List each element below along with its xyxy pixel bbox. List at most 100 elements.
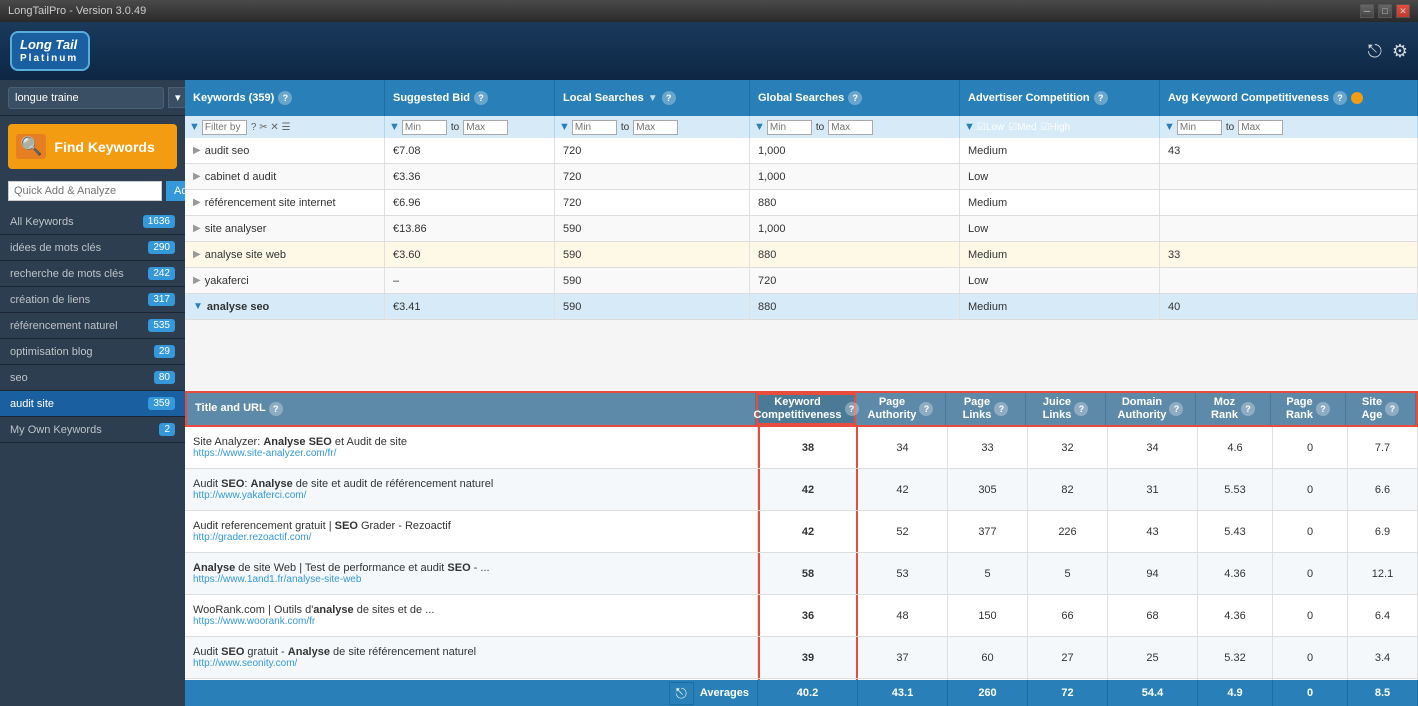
quick-add-input[interactable] bbox=[8, 181, 162, 201]
table-row[interactable]: ▶référencement site internet €6.96 720 8… bbox=[185, 190, 1418, 216]
sh-juice-links: JuiceLinks ? bbox=[1026, 393, 1106, 425]
adv-high-check: ☑High bbox=[1041, 122, 1071, 133]
sidebar-item-idees[interactable]: idées de mots clés 290 bbox=[0, 235, 185, 261]
sidebar-item-own-keywords[interactable]: My Own Keywords 2 bbox=[0, 417, 185, 443]
help-icon-juicelinks[interactable]: ? bbox=[1074, 402, 1088, 416]
sd-domainauth: 68 bbox=[1108, 595, 1198, 636]
subtable-row[interactable]: Site Analyzer: Analyse SEO et Audit de s… bbox=[185, 427, 1418, 469]
filter-avgkw-max[interactable] bbox=[1238, 120, 1283, 135]
export-toolbar-icon[interactable]: ⎋ bbox=[1368, 41, 1382, 62]
top-toolbar: Long Tail Platinum ⎋ ⚙ bbox=[0, 22, 1418, 80]
sidebar-item-label: All Keywords bbox=[10, 216, 74, 228]
help-icon-global[interactable]: ? bbox=[848, 91, 862, 105]
subtable-row[interactable]: Audit SEO: Analyse de site et audit de r… bbox=[185, 469, 1418, 511]
filter-keyword-input[interactable] bbox=[202, 120, 247, 135]
settings-toolbar-icon[interactable]: ⚙ bbox=[1392, 41, 1408, 62]
filter-global-max[interactable] bbox=[828, 120, 873, 135]
cell-adv: Low bbox=[960, 164, 1160, 189]
export-button[interactable]: ⎋ bbox=[669, 682, 694, 705]
filter-local-max[interactable] bbox=[633, 120, 678, 135]
filter-to-avgkw: to bbox=[1226, 122, 1234, 133]
table-row[interactable]: ▶cabinet d audit €3.36 720 1,000 Low bbox=[185, 164, 1418, 190]
cell-bid: €3.60 bbox=[385, 242, 555, 267]
help-icon-avgkw[interactable]: ? bbox=[1333, 91, 1347, 105]
keyword-group-search[interactable] bbox=[8, 87, 164, 109]
main-content: Keywords (359) ? Suggested Bid ? Local S… bbox=[185, 80, 1418, 706]
subtable-row[interactable]: Audit SEO gratuit - Analyse de site réfé… bbox=[185, 637, 1418, 679]
find-keywords-button[interactable]: 🔍 Find Keywords bbox=[8, 124, 177, 169]
help-icon-adv[interactable]: ? bbox=[1094, 91, 1108, 105]
filter-icon-global: ▼ bbox=[754, 121, 765, 133]
sidebar-item-creation[interactable]: création de liens 317 bbox=[0, 287, 185, 313]
subtable-row[interactable]: Audit referencement gratuit | SEO Grader… bbox=[185, 511, 1418, 553]
cell-bid: €13.86 bbox=[385, 216, 555, 241]
cell-adv: Medium bbox=[960, 294, 1160, 319]
filter-cell-avgkw: ▼ to bbox=[1160, 116, 1418, 138]
sh-siteage-label: SiteAge bbox=[1362, 396, 1383, 422]
minimize-button[interactable]: ─ bbox=[1360, 4, 1374, 18]
help-icon-pagerank[interactable]: ? bbox=[1316, 402, 1330, 416]
filter-local-min[interactable] bbox=[572, 120, 617, 135]
table-row[interactable]: ▼analyse seo €3.41 590 880 Medium 40 bbox=[185, 294, 1418, 320]
filter-global-min[interactable] bbox=[767, 120, 812, 135]
sd-juicelinks: 5 bbox=[1028, 553, 1108, 594]
sidebar-item-recherche[interactable]: recherche de mots clés 242 bbox=[0, 261, 185, 287]
sd-mozrank: 5.32 bbox=[1198, 637, 1273, 678]
av-export-btn[interactable]: ⎋ Averages bbox=[185, 680, 758, 706]
table-row[interactable]: ▶analyse site web €3.60 590 880 Medium 3… bbox=[185, 242, 1418, 268]
filter-icon-local: ▼ bbox=[559, 121, 570, 133]
help-icon-keywords[interactable]: ? bbox=[278, 91, 292, 105]
sh-page-links: PageLinks ? bbox=[946, 393, 1026, 425]
sd-kwcomp: 42 bbox=[758, 469, 858, 510]
av-kwcomp: 40.2 bbox=[758, 680, 858, 706]
filter-avgkw-min[interactable] bbox=[1177, 120, 1222, 135]
help-icon-mozrank[interactable]: ? bbox=[1241, 402, 1255, 416]
sd-pageauth: 34 bbox=[858, 427, 948, 468]
cell-global: 1,000 bbox=[750, 216, 960, 241]
toolbar-icons: ⎋ ⚙ bbox=[1368, 41, 1408, 62]
filter-bid-min[interactable] bbox=[402, 120, 447, 135]
filter-bid-max[interactable] bbox=[463, 120, 508, 135]
filter-icon-adv: ▼ bbox=[964, 121, 975, 133]
filter-to-local: to bbox=[621, 122, 629, 133]
table-row[interactable]: ▶audit seo €7.08 720 1,000 Medium 43 bbox=[185, 138, 1418, 164]
close-button[interactable]: ✕ bbox=[1396, 4, 1410, 18]
adv-low-check: ☑Low bbox=[977, 122, 1004, 133]
cell-bid: €7.08 bbox=[385, 138, 555, 163]
search-icon: 🔍 bbox=[16, 134, 46, 159]
help-icon-siteage[interactable]: ? bbox=[1385, 402, 1399, 416]
help-icon-domainauth[interactable]: ? bbox=[1169, 402, 1183, 416]
subtable-row[interactable]: WooRank.com | Outils d'analyse de sites … bbox=[185, 595, 1418, 637]
help-icon-bid[interactable]: ? bbox=[474, 91, 488, 105]
site-title: Analyse de site Web | Test de performanc… bbox=[193, 562, 490, 574]
sd-title-cell: Analyse de site Web | Test de performanc… bbox=[185, 553, 758, 594]
help-icon-pagelinks[interactable]: ? bbox=[994, 402, 1008, 416]
col-header-local: Local Searches ▼ ? bbox=[555, 80, 750, 116]
table-row[interactable]: ▶site analyser €13.86 590 1,000 Low bbox=[185, 216, 1418, 242]
table-row[interactable]: ▶yakaferci – 590 720 Low bbox=[185, 268, 1418, 294]
main-window: Long Tail Platinum ⎋ ⚙ ▾ + 🔍 Find Keywor… bbox=[0, 22, 1418, 706]
sh-domain-auth: DomainAuthority ? bbox=[1106, 393, 1196, 425]
sidebar-item-referencement[interactable]: référencement naturel 535 bbox=[0, 313, 185, 339]
help-icon-pageauth[interactable]: ? bbox=[919, 402, 933, 416]
sidebar-item-all-keywords[interactable]: All Keywords 1636 bbox=[0, 209, 185, 235]
sidebar-item-seo[interactable]: seo 80 bbox=[0, 365, 185, 391]
app-title: LongTailPro - Version 3.0.49 bbox=[8, 5, 146, 17]
sh-pagerank-label: PageRank bbox=[1286, 396, 1313, 422]
help-icon-title[interactable]: ? bbox=[269, 402, 283, 416]
filter-icon-keywords: ▼ bbox=[189, 121, 200, 133]
sd-kwcomp: 36 bbox=[758, 595, 858, 636]
sd-kwcomp: 38 bbox=[758, 427, 858, 468]
sd-title-cell: Audit SEO gratuit - Analyse de site réfé… bbox=[185, 637, 758, 678]
site-url: http://www.yakaferci.com/ bbox=[193, 490, 306, 501]
cell-avgkw: 33 bbox=[1160, 242, 1418, 267]
sidebar-item-optimisation[interactable]: optimisation blog 29 bbox=[0, 339, 185, 365]
col-header-avgkw: Avg Keyword Competitiveness ? bbox=[1160, 80, 1418, 116]
sort-icon-local[interactable]: ▼ bbox=[648, 93, 658, 104]
help-icon-local[interactable]: ? bbox=[662, 91, 676, 105]
maximize-button[interactable]: □ bbox=[1378, 4, 1392, 18]
subtable-row[interactable]: Analyse de site Web | Test de performanc… bbox=[185, 553, 1418, 595]
sidebar-item-audit-site[interactable]: audit site 359 bbox=[0, 391, 185, 417]
sd-pagerank: 0 bbox=[1273, 427, 1348, 468]
cell-global: 1,000 bbox=[750, 164, 960, 189]
